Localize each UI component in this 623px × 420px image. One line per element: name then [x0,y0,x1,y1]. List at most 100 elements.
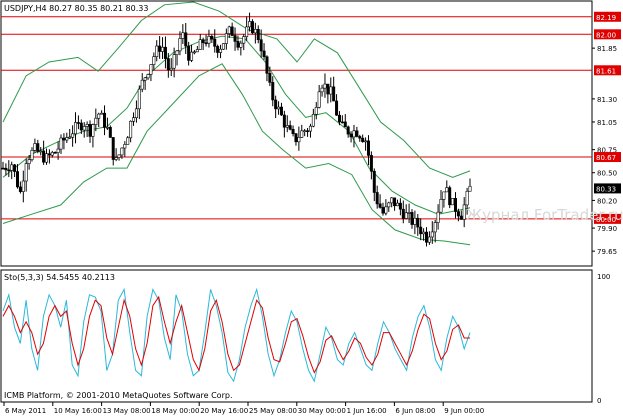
candle-body [42,150,46,163]
candle-body [126,137,130,145]
candle-body [262,50,266,58]
candle-body [82,126,86,131]
candle-body [175,50,179,55]
candle-body [79,122,83,131]
candle-body [53,152,57,154]
price-tick-label: 79.65 [597,248,617,256]
candle-body [134,108,138,119]
candle-body [103,112,107,128]
candle-body [227,26,231,34]
candle-body [430,231,434,238]
candle-body [85,124,89,127]
candle-body [16,171,20,188]
watermark: Журнал ForTrader.ru [466,206,623,224]
candle-body [250,21,254,34]
candle-body [340,121,344,124]
candle-body [256,28,260,41]
copyright-text: ICMB Platform, © 2001-2010 MetaQuotes So… [4,391,233,400]
candle-body [111,137,115,160]
candle-body [442,191,446,200]
candle-body [253,28,257,34]
candle-body [45,153,49,163]
candle-body [100,112,104,115]
candle-body [74,122,78,135]
candle-body [39,150,43,153]
candle-body [372,170,376,193]
candle-body [285,125,289,128]
candle-body [187,45,191,61]
candle-body [76,122,80,124]
candle-body [271,82,275,101]
candle-body [172,54,176,69]
candle-body [393,197,397,207]
candle-body [274,99,278,110]
candle-body [242,36,246,44]
candle-body [335,100,339,116]
candle-body [169,67,173,71]
candle-body [352,130,356,138]
candle-body [384,206,388,214]
candle-body [36,143,40,152]
candle-body [314,107,318,115]
candle-body [181,32,185,39]
candle-body [88,124,92,137]
candle-body [97,113,101,119]
candle-body [65,137,69,141]
candle-body [422,231,426,235]
mt4-chart-window: 82.19 82.00 81.85 81.61 81.30 81.05 80.75 80.67… [0,0,623,416]
candle-body [401,208,405,219]
candle-body [329,86,333,95]
price-tick-label: 80.20 [597,197,617,205]
candle-body [195,49,199,53]
candle-body [323,83,327,89]
candle-body [140,79,144,90]
candle-body [404,212,408,219]
candle-body [311,113,315,127]
candle-body [216,46,220,53]
candle-body [59,137,63,150]
candle-body [448,187,452,206]
candle-body [378,203,382,208]
candle-body [190,51,194,61]
price-tick-label: 81.30 [597,96,617,104]
candle-body [381,207,385,214]
candle-body [265,56,269,74]
candle-body [219,48,223,53]
candle-body [123,144,127,149]
candle-body [433,222,437,233]
time-tick-label: 1 Jun 16:00 [347,407,387,415]
candle-body [210,36,214,40]
candle-body [300,130,304,138]
candle-body [198,39,202,50]
price-tick-label: 82.00 [596,31,616,39]
candle-body [146,74,150,79]
candle-body [390,197,394,204]
candle-body [221,43,225,50]
candle-body [361,137,365,142]
candle-body [439,199,443,213]
time-tick-label: 10 May 16:00 [54,407,102,415]
stochastic-header: Sto(5,3,3) 54.5455 40.2113 [4,273,115,282]
symbol-header: USDJPY,H4 80.27 80.35 80.21 80.33 [4,4,148,13]
candle-body [7,169,11,172]
candle-body [114,157,118,160]
candle-body [308,125,312,132]
time-tick-label: 30 May 00:00 [298,407,346,415]
price-chart-canvas[interactable]: 82.1982.0081.8581.6181.3081.0580.7580.67… [0,0,623,416]
candle-body [108,126,112,138]
candle-body [398,202,402,210]
candle-body [303,130,307,132]
candle-body [259,39,263,52]
candle-body [33,143,37,151]
candle-body [71,133,75,138]
candle-body [419,226,423,235]
candle-body [332,86,336,102]
stochastic-tick-label: 0 [597,397,601,405]
candle-body [204,42,208,45]
candle-body [207,36,211,44]
candle-body [224,33,228,44]
candle-body [21,180,25,192]
price-tick-label: 80.33 [596,185,616,193]
time-tick-label: 20 May 16:00 [200,407,248,415]
price-tick-label: 82.19 [596,14,616,22]
